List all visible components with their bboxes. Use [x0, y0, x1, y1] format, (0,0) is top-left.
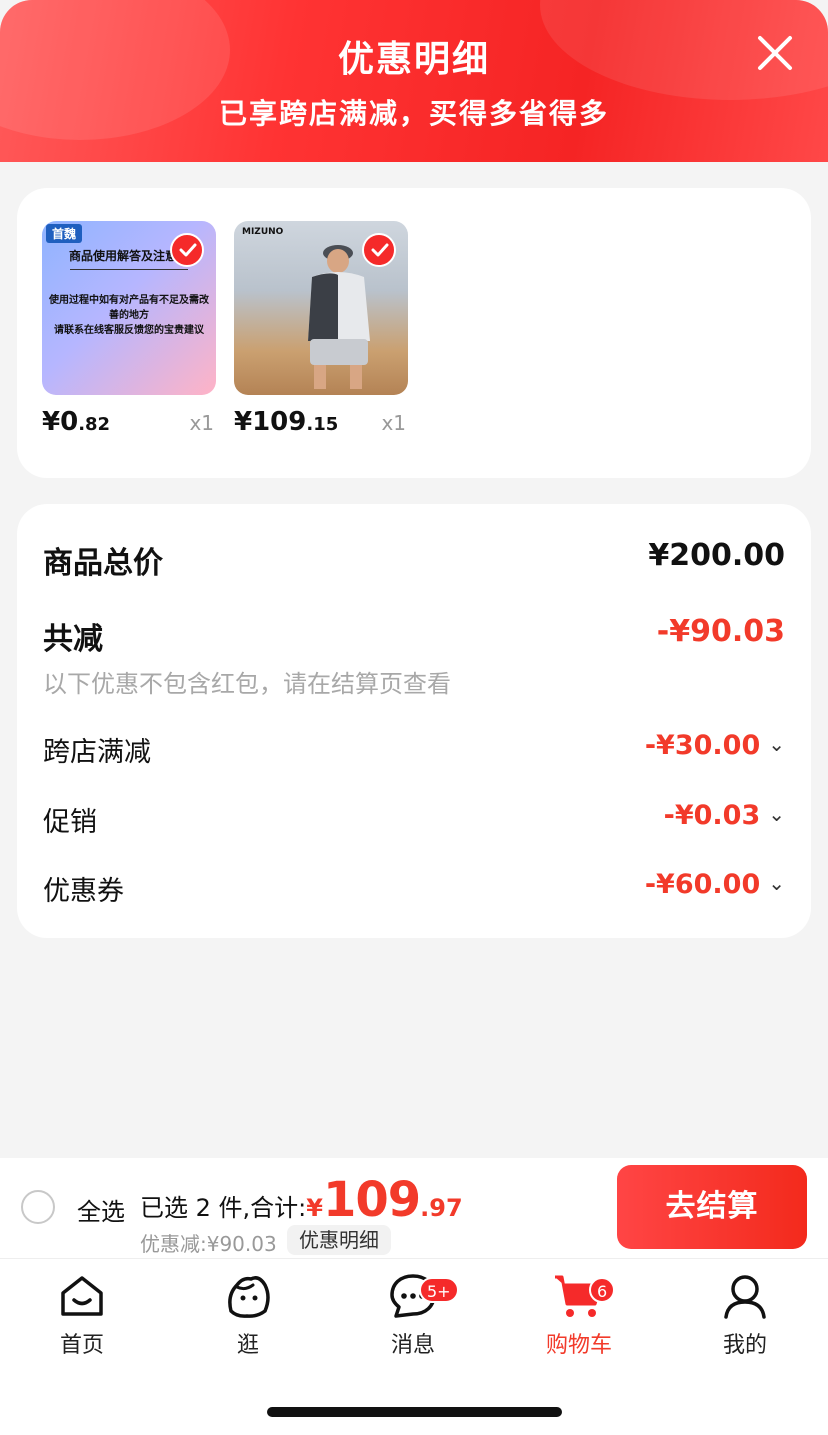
- discount-value: -¥30.00: [644, 730, 761, 761]
- tab-label: 消息: [390, 1333, 435, 1358]
- product-quantity: x1: [189, 411, 214, 435]
- discount-label-promotion: 促销: [43, 807, 97, 838]
- page-title: 优惠明细: [337, 39, 490, 80]
- brand-logo: 首魏: [46, 224, 83, 243]
- saved-amount: 优惠减:¥90.03: [140, 1232, 277, 1256]
- cart-badge: 6: [589, 1277, 616, 1303]
- close-icon: [758, 36, 792, 70]
- discount-row-promotion[interactable]: -¥0.03 ⌄: [664, 800, 785, 831]
- thumbnail-text: 使用过程中如有对产品有不足及需改善的地方: [49, 295, 209, 321]
- total-reduction-label: 共减: [43, 622, 103, 657]
- product-quantity: x1: [381, 411, 406, 435]
- checkout-button[interactable]: 去结算: [617, 1165, 807, 1249]
- product-price: ¥0.82: [42, 407, 110, 437]
- tab-profile[interactable]: 我的: [685, 1271, 805, 1359]
- total-price-label: 商品总价: [43, 546, 163, 581]
- selected-check[interactable]: [362, 233, 396, 267]
- select-all-radio[interactable]: [21, 1190, 55, 1224]
- product-item[interactable]: MIZUNO ¥109.15 x1: [234, 221, 408, 437]
- product-thumbnail[interactable]: 首魏 商品使用解答及注意事 使用过程中如有对产品有不足及需改善的地方 请联系在线…: [42, 221, 216, 395]
- discount-row-coupon[interactable]: -¥60.00 ⌄: [645, 869, 785, 900]
- price-decimal: .15: [306, 414, 339, 435]
- price-summary-card: 商品总价 ¥200.00 共减 -¥90.03 以下优惠不包含红包，请在结算页查…: [17, 504, 811, 938]
- tab-home[interactable]: 首页: [22, 1271, 142, 1359]
- home-icon: [61, 1276, 103, 1316]
- discount-label-coupon: 优惠券: [43, 876, 124, 907]
- discount-note: 以下优惠不包含红包，请在结算页查看: [43, 670, 451, 698]
- price-decimal: .82: [78, 414, 111, 435]
- browse-icon: [228, 1276, 270, 1318]
- tab-browse[interactable]: 逛: [188, 1271, 308, 1359]
- message-badge: 5+: [419, 1277, 459, 1303]
- profile-icon: [724, 1275, 766, 1319]
- product-thumbnail[interactable]: MIZUNO: [234, 221, 408, 395]
- total-reduction-value: -¥90.03: [656, 614, 785, 649]
- check-icon: [179, 243, 197, 257]
- chevron-down-icon[interactable]: ⌄: [768, 871, 785, 895]
- tab-label: 购物车: [545, 1333, 612, 1358]
- chevron-down-icon[interactable]: ⌄: [768, 802, 785, 826]
- tab-cart[interactable]: 购物车 6: [519, 1271, 639, 1359]
- tab-label: 首页: [59, 1333, 104, 1358]
- tab-messages[interactable]: 消息 5+: [353, 1271, 473, 1359]
- brand-logo: MIZUNO: [242, 227, 284, 237]
- discount-detail-header: 优惠明细 已享跨店满减，买得多省得多: [0, 0, 828, 162]
- selected-products-card: 首魏 商品使用解答及注意事 使用过程中如有对产品有不足及需改善的地方 请联系在线…: [17, 188, 811, 478]
- selection-summary: 已选 2 件,合计:¥109.97: [140, 1172, 463, 1228]
- selected-count-text: 已选 2 件,合计:: [140, 1194, 307, 1222]
- thumbnail-text: 请联系在线客服反馈您的宝贵建议: [54, 325, 204, 336]
- product-item[interactable]: 首魏 商品使用解答及注意事 使用过程中如有对产品有不足及需改善的地方 请联系在线…: [42, 221, 216, 437]
- discount-label-cross-store: 跨店满减: [43, 737, 151, 768]
- product-price: ¥109.15: [234, 407, 338, 437]
- selected-check[interactable]: [170, 233, 204, 267]
- checkout-bar: 全选 已选 2 件,合计:¥109.97 优惠减:¥90.03 优惠明细 去结算: [0, 1158, 828, 1258]
- divider: [70, 269, 188, 270]
- select-all-label[interactable]: 全选: [77, 1192, 125, 1227]
- price-integer: ¥0: [42, 407, 79, 437]
- tab-label: 逛: [236, 1333, 259, 1358]
- tab-label: 我的: [722, 1333, 767, 1358]
- discount-row-cross-store[interactable]: -¥30.00 ⌄: [645, 730, 785, 761]
- page-subtitle: 已享跨店满减，买得多省得多: [218, 97, 609, 130]
- discount-detail-link[interactable]: 优惠明细: [287, 1225, 391, 1255]
- check-icon: [371, 243, 389, 257]
- total-amount-decimal: .97: [420, 1194, 463, 1222]
- home-indicator: [267, 1407, 562, 1417]
- total-price-value: ¥200.00: [648, 538, 785, 573]
- price-integer: ¥109: [234, 407, 307, 437]
- discount-value: -¥0.03: [663, 800, 761, 831]
- currency-symbol: ¥: [306, 1194, 323, 1222]
- chevron-down-icon[interactable]: ⌄: [768, 732, 785, 756]
- discount-value: -¥60.00: [644, 869, 761, 900]
- total-amount: 109: [322, 1172, 421, 1228]
- close-button[interactable]: [752, 30, 798, 76]
